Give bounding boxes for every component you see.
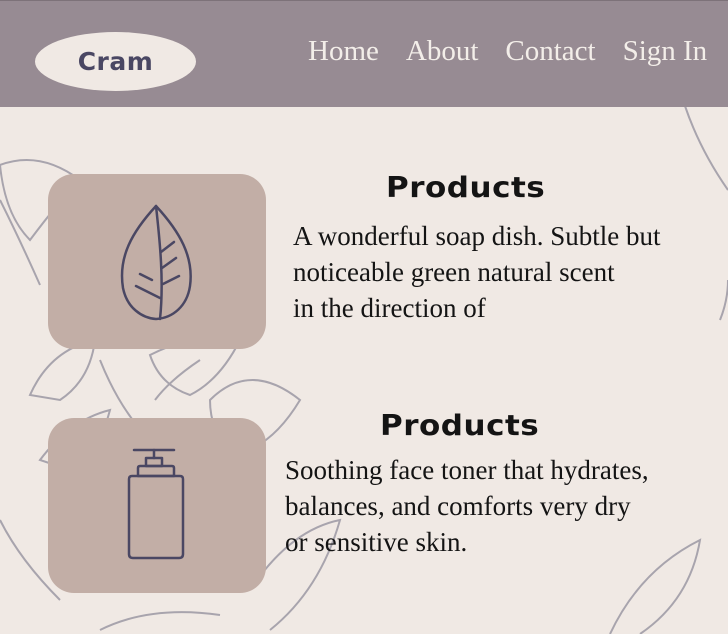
product-card-leaf xyxy=(48,174,266,349)
description-line: noticeable green natural scent xyxy=(293,257,615,287)
nav-contact-link[interactable]: Contact xyxy=(505,35,595,68)
nav-home-link[interactable]: Home xyxy=(308,35,379,68)
brand-logo[interactable]: Cram xyxy=(35,32,196,91)
main-nav: Home About Contact Sign In xyxy=(308,35,728,68)
product-description: A wonderful soap dish. Subtle but notice… xyxy=(293,218,660,326)
pump-bottle-icon xyxy=(127,448,185,560)
site-header: Cram Home About Contact Sign In xyxy=(0,0,728,107)
description-line: A wonderful soap dish. Subtle but xyxy=(293,221,661,251)
description-line: or sensitive skin. xyxy=(285,527,468,557)
nav-about-link[interactable]: About xyxy=(406,35,479,68)
description-line: balances, and comforts very dry xyxy=(285,491,631,521)
nav-sign-in-link[interactable]: Sign In xyxy=(623,35,708,68)
product-card-bottle xyxy=(48,418,266,593)
leaf-icon xyxy=(120,204,192,321)
product-heading: Products xyxy=(380,409,540,443)
product-heading: Products xyxy=(386,171,546,205)
description-line: Soothing face toner that hydrates, xyxy=(285,455,649,485)
description-line: in the direction of xyxy=(293,293,486,323)
product-description: Soothing face toner that hydrates, balan… xyxy=(285,452,649,560)
